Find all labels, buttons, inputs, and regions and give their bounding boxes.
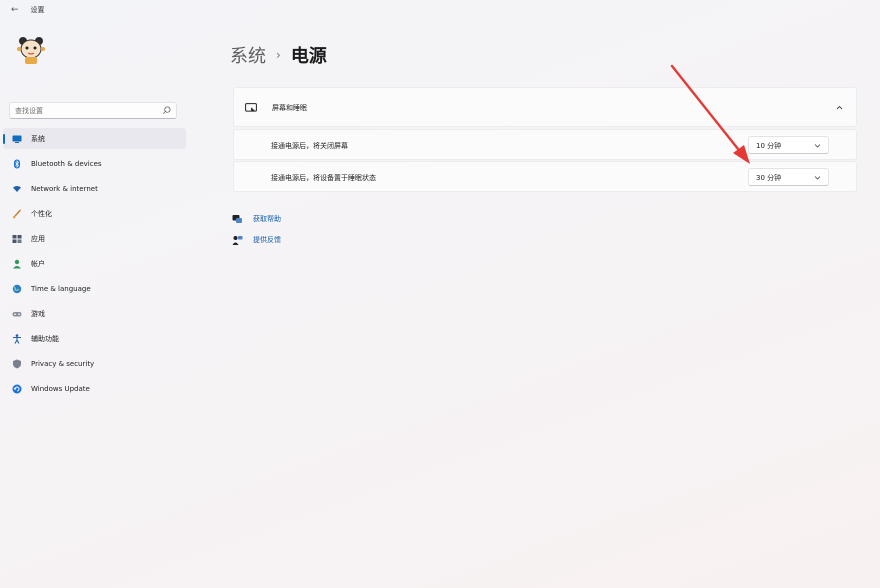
- sidebar-item-label: Bluetooth & devices: [31, 159, 102, 168]
- sidebar-item-label: Privacy & security: [31, 359, 95, 368]
- sidebar-item-label: Windows Update: [31, 384, 90, 393]
- sidebar-item-bluetooth-devices[interactable]: Bluetooth & devices: [3, 153, 186, 174]
- give-feedback-label: 提供反馈: [253, 236, 281, 244]
- sidebar-nav: 系统 Bluetooth & devices Network & interne…: [3, 128, 186, 403]
- sidebar-item-label: 应用: [31, 234, 45, 243]
- setting-label: 接通电源后，将设备置于睡眠状态: [271, 174, 376, 182]
- brush-icon: [12, 209, 22, 219]
- sidebar-item-personalization[interactable]: 个性化: [3, 203, 186, 224]
- chevron-down-icon: [814, 176, 821, 180]
- search-icon[interactable]: [162, 106, 171, 115]
- screen-sleep-section-header[interactable]: 屏幕和睡眠: [233, 87, 857, 127]
- sidebar-item-network-internet[interactable]: Network & internet: [3, 178, 186, 199]
- sidebar-item-privacy-security[interactable]: Privacy & security: [3, 353, 186, 374]
- sidebar-item-label: 辅助功能: [31, 334, 59, 343]
- sidebar-item-label: 帐户: [31, 259, 45, 268]
- sidebar-item-label: 游戏: [31, 309, 45, 318]
- window-title: 设置: [30, 6, 45, 14]
- help-links: 获取帮助 提供反馈: [232, 212, 281, 254]
- monitor-icon: [12, 134, 22, 144]
- sidebar-item-time-language[interactable]: Time & language: [3, 278, 186, 299]
- sidebar-item-label: 系统: [31, 134, 45, 143]
- setting-row-sleep: 接通电源后，将设备置于睡眠状态 30 分钟: [233, 161, 857, 192]
- feedback-icon: [232, 235, 243, 246]
- wifi-icon: [12, 184, 22, 194]
- sidebar-item-label: Network & internet: [31, 184, 98, 193]
- globe-clock-icon: [12, 284, 22, 294]
- get-help-label: 获取帮助: [253, 215, 281, 223]
- update-icon: [12, 384, 22, 394]
- give-feedback-link[interactable]: 提供反馈: [232, 233, 281, 247]
- setting-row-screen-off: 接通电源后，将关闭屏幕 10 分钟: [233, 129, 857, 160]
- help-icon: [232, 214, 243, 225]
- section-title: 屏幕和睡眠: [272, 104, 307, 112]
- sidebar-item-accounts[interactable]: 帐户: [3, 253, 186, 274]
- chevron-up-icon[interactable]: [835, 103, 844, 112]
- screen-off-dropdown[interactable]: 10 分钟: [748, 136, 829, 154]
- accessibility-icon: [12, 333, 22, 344]
- bluetooth-icon: [12, 159, 22, 169]
- avatar[interactable]: [14, 33, 48, 67]
- sidebar-item-gaming[interactable]: 游戏: [3, 303, 186, 324]
- page-title: 电源: [290, 46, 327, 67]
- sleep-dropdown[interactable]: 30 分钟: [748, 168, 829, 186]
- person-icon: [12, 259, 22, 269]
- get-help-link[interactable]: 获取帮助: [232, 212, 281, 226]
- search-box[interactable]: [9, 102, 177, 119]
- apps-icon: [12, 234, 22, 244]
- setting-label: 接通电源后，将关闭屏幕: [271, 142, 348, 150]
- breadcrumb: 系统 › 电源: [230, 42, 327, 68]
- sidebar-item-label: 个性化: [31, 209, 52, 218]
- sidebar-item-apps[interactable]: 应用: [3, 228, 186, 249]
- search-input[interactable]: [15, 106, 155, 115]
- gamepad-icon: [12, 309, 22, 319]
- screen-sleep-icon: [245, 103, 257, 112]
- sidebar-item-system[interactable]: 系统: [3, 128, 186, 149]
- sidebar-item-windows-update[interactable]: Windows Update: [3, 378, 186, 399]
- breadcrumb-separator: ›: [276, 48, 281, 62]
- back-arrow-icon[interactable]: ←: [11, 5, 19, 15]
- shield-icon: [12, 359, 22, 369]
- sidebar: 系统 Bluetooth & devices Network & interne…: [0, 20, 190, 588]
- dropdown-value: 10 分钟: [756, 142, 782, 150]
- breadcrumb-parent[interactable]: 系统: [230, 42, 266, 68]
- title-bar: ← 设置: [0, 0, 880, 20]
- sidebar-item-label: Time & language: [31, 284, 91, 293]
- sidebar-item-accessibility[interactable]: 辅助功能: [3, 328, 186, 349]
- chevron-down-icon: [814, 144, 821, 148]
- dropdown-value: 30 分钟: [756, 174, 782, 182]
